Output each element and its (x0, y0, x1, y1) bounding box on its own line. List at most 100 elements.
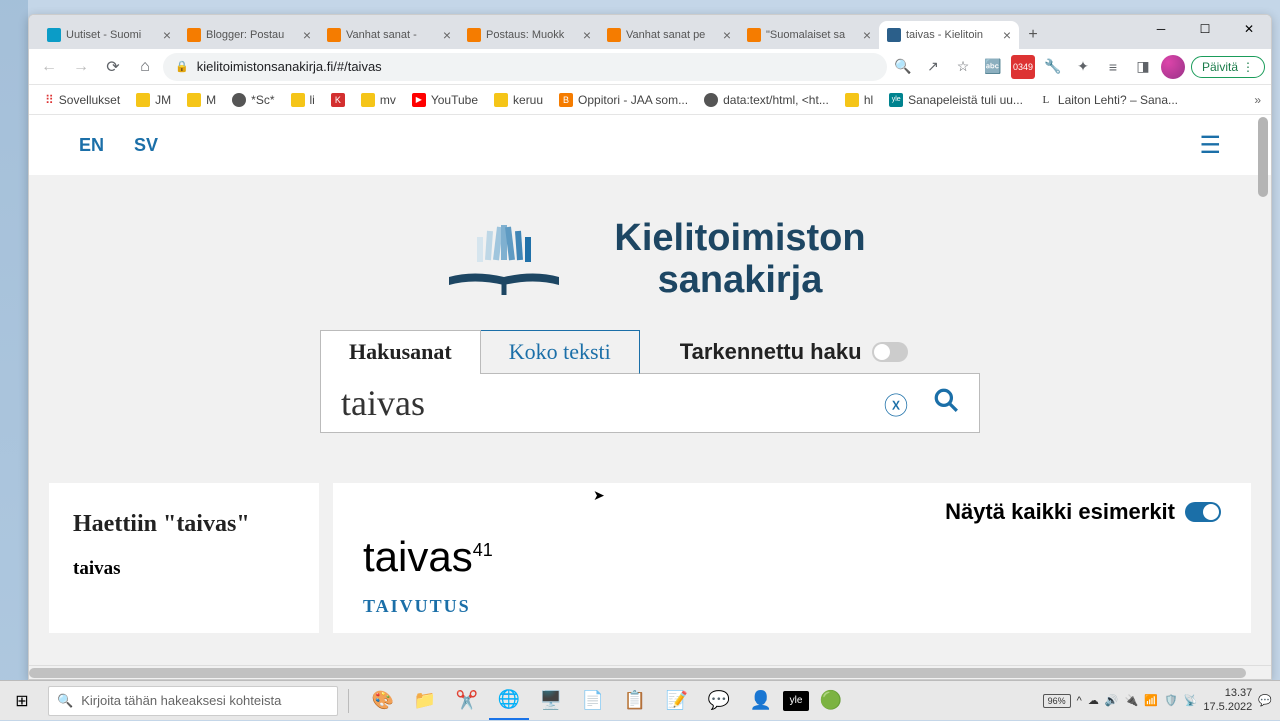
bookmark[interactable]: BOppitori - JAA som... (553, 91, 694, 109)
headword: taivas41 (363, 533, 1221, 582)
minimize-button[interactable]: ─ (1139, 15, 1183, 43)
lang-sv-link[interactable]: SV (134, 135, 158, 156)
bookmark[interactable]: yleSanapeleistä tuli uu... (883, 91, 1029, 109)
tray-chevron-icon[interactable]: ^ (1077, 695, 1082, 707)
reading-list-icon[interactable]: ≡ (1101, 55, 1125, 79)
notifications-icon[interactable]: 💬 (1258, 694, 1272, 707)
lang-en-link[interactable]: EN (79, 135, 104, 156)
horizontal-scrollbar[interactable] (29, 665, 1271, 679)
bookmark[interactable]: M (181, 91, 222, 109)
search-input[interactable] (341, 382, 884, 424)
clear-search-icon[interactable]: ⓧ (884, 386, 908, 421)
bookmark[interactable]: hl (839, 91, 879, 109)
close-icon[interactable]: × (723, 27, 731, 43)
tray-onedrive-icon[interactable]: ☁ (1088, 694, 1099, 707)
taskbar-clock[interactable]: 13.37 17.5.2022 (1203, 687, 1252, 713)
extension-badge-icon[interactable]: 0349 (1011, 55, 1035, 79)
close-button[interactable]: ✕ (1227, 15, 1271, 43)
tab-hakusanat[interactable]: Hakusanat (320, 330, 481, 374)
bookmark[interactable]: K (325, 91, 351, 109)
show-examples-toggle[interactable] (1185, 502, 1221, 522)
browser-tab[interactable]: Vanhat sanat pe× (599, 21, 739, 49)
taskbar-app-screen[interactable]: 🖥️ (531, 682, 571, 720)
close-icon[interactable]: × (1003, 27, 1011, 43)
battery-indicator[interactable]: 96% (1043, 694, 1071, 708)
menu-dots-icon: ⋮ (1242, 60, 1254, 74)
bookmark[interactable]: JM (130, 91, 177, 109)
tray-volume-icon[interactable]: 🔊 (1105, 694, 1119, 707)
globe-icon (704, 93, 718, 107)
extension-icon[interactable]: 🔧 (1041, 55, 1065, 79)
folder-icon (845, 93, 859, 107)
update-button[interactable]: Päivitä⋮ (1191, 56, 1265, 78)
taskbar-app-chrome[interactable]: 🌐 (489, 682, 529, 720)
taskbar-app-notepad[interactable]: 📄 (573, 682, 613, 720)
tab-title: "Suomalaiset sa (766, 29, 858, 41)
home-button[interactable]: ⌂ (131, 53, 159, 81)
bookmark-label: JM (155, 93, 171, 107)
bookmark[interactable]: LLaiton Lehti? – Sana... (1033, 91, 1184, 109)
tray-wifi-icon[interactable]: 📡 (1184, 694, 1198, 707)
hamburger-menu-icon[interactable]: ☰ (1199, 131, 1221, 160)
close-icon[interactable]: × (303, 27, 311, 43)
favicon-icon (887, 28, 901, 42)
translate-icon[interactable]: 🔤 (981, 55, 1005, 79)
hscroll-thumb[interactable] (29, 668, 1246, 678)
bookmark-overflow-icon[interactable]: » (1254, 93, 1261, 107)
tab-kokoteksti[interactable]: Koko teksti (481, 330, 640, 374)
search-icon[interactable] (933, 387, 959, 420)
taskbar-app-yle[interactable]: yle (783, 691, 809, 711)
sidebar-term[interactable]: taivas (73, 558, 295, 580)
taivutus-heading[interactable]: TAIVUTUS (363, 596, 1221, 617)
bookmark[interactable]: keruu (488, 91, 549, 109)
zoom-icon[interactable]: 🔍 (891, 55, 915, 79)
address-bar[interactable]: 🔒 kielitoimistonsanakirja.fi/#/taivas (163, 53, 887, 81)
profile-avatar[interactable] (1161, 55, 1185, 79)
close-icon[interactable]: × (163, 27, 171, 43)
star-icon[interactable]: ☆ (951, 55, 975, 79)
taskbar-app-snip[interactable]: ✂️ (447, 682, 487, 720)
advanced-toggle[interactable] (872, 342, 908, 362)
bookmark[interactable]: *Sc* (226, 91, 280, 109)
new-tab-button[interactable]: + (1019, 21, 1047, 49)
tray-security-icon[interactable]: 🛡️ (1164, 694, 1178, 707)
bookmark[interactable]: mv (355, 91, 402, 109)
reload-button[interactable]: ⟳ (99, 53, 127, 81)
taskbar-app-whatsapp[interactable]: 💬 (699, 682, 739, 720)
close-icon[interactable]: × (443, 27, 451, 43)
search-icon: 🔍 (57, 693, 73, 709)
browser-tab[interactable]: Postaus: Muokk× (459, 21, 599, 49)
taskbar-app-contacts[interactable]: 👤 (741, 682, 781, 720)
bookmark[interactable]: li (285, 91, 321, 109)
taskbar-app-notes2[interactable]: 📋 (615, 682, 655, 720)
tray-network-icon[interactable]: 📶 (1144, 694, 1158, 707)
side-panel-icon[interactable]: ◨ (1131, 55, 1155, 79)
bookmark-youtube[interactable]: ▶YouTube (406, 91, 484, 109)
taskbar-app-paint[interactable]: 🎨 (363, 682, 403, 720)
browser-tab-active[interactable]: taivas - Kielitoin× (879, 21, 1019, 49)
taskbar-search[interactable]: 🔍 Kirjoita tähän hakeaksesi kohteista (48, 686, 338, 716)
browser-tab[interactable]: Vanhat sanat -× (319, 21, 459, 49)
taskbar-app-sticky[interactable]: 📝 (657, 682, 697, 720)
close-icon[interactable]: × (863, 27, 871, 43)
bookmark-label: Sanapeleistä tuli uu... (908, 93, 1023, 107)
browser-tab[interactable]: Blogger: Postau× (179, 21, 319, 49)
scrollbar-thumb[interactable] (1258, 117, 1268, 197)
share-icon[interactable]: ↗ (921, 55, 945, 79)
maximize-button[interactable]: ☐ (1183, 15, 1227, 43)
extensions-icon[interactable]: ✦ (1071, 55, 1095, 79)
back-button[interactable]: ← (35, 53, 63, 81)
browser-tab[interactable]: Uutiset - Suomi× (39, 21, 179, 49)
blogger-icon: B (559, 93, 573, 107)
bookmark-label: M (206, 93, 216, 107)
close-icon[interactable]: × (583, 27, 591, 43)
taskbar-app-spotify[interactable]: 🟢 (811, 682, 851, 720)
bookmark[interactable]: data:text/html, <ht... (698, 91, 835, 109)
taskbar-app-explorer[interactable]: 📁 (405, 682, 445, 720)
start-button[interactable]: ⊞ (0, 681, 44, 721)
browser-tab[interactable]: "Suomalaiset sa × (739, 21, 879, 49)
bookmark-apps[interactable]: ⠿Sovellukset (39, 91, 126, 109)
taskbar: ⊞ 🔍 Kirjoita tähän hakeaksesi kohteista … (0, 680, 1280, 720)
forward-button[interactable]: → (67, 53, 95, 81)
tray-power-icon[interactable]: 🔌 (1125, 694, 1139, 707)
